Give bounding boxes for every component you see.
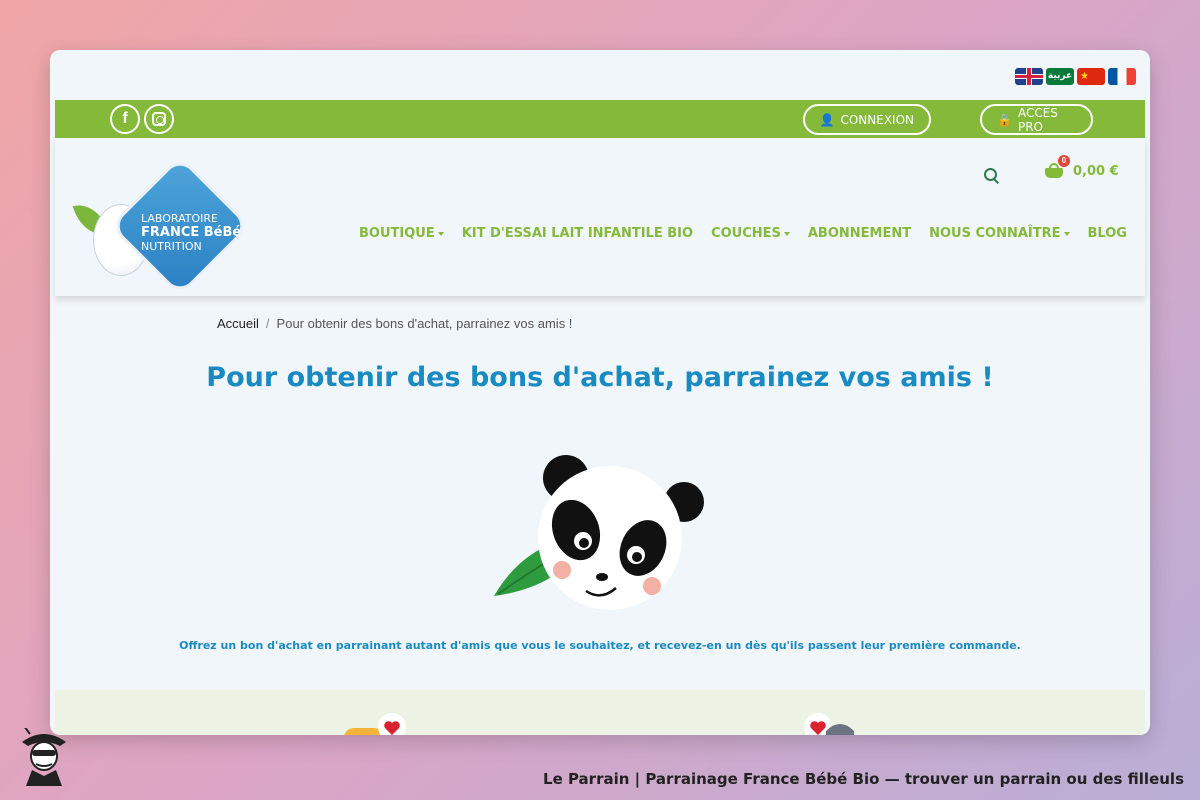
chevron-down-icon bbox=[1063, 231, 1070, 236]
nav-item-kit-essai[interactable]: KIT D'ESSAI LAIT INFANTILE BIO bbox=[462, 226, 693, 241]
nav-label: NOUS CONNAÎTRE bbox=[929, 226, 1061, 241]
intro-text: Offrez un bon d'achat en parrainant auta… bbox=[179, 639, 1021, 652]
pro-access-label: ACCÈS PRO bbox=[1017, 105, 1058, 134]
browser-window: عربية ★ f 👤 CONNEXION 🔒 ACCÈS PRO LABORA… bbox=[50, 50, 1150, 735]
site-header: LABORATOIRE FRANCE BéBé NUTRITION 0 0,00… bbox=[55, 138, 1145, 297]
search-icon[interactable] bbox=[984, 168, 1000, 184]
logo-line3: NUTRITION bbox=[141, 240, 202, 253]
site-logo[interactable]: LABORATOIRE FRANCE BéBé NUTRITION bbox=[72, 155, 265, 297]
logo-line2: FRANCE BéBé bbox=[141, 225, 242, 240]
uk-flag-icon[interactable] bbox=[1015, 68, 1043, 85]
basket-icon: 0 bbox=[1043, 155, 1070, 180]
pro-access-button[interactable]: 🔒 ACCÈS PRO bbox=[980, 104, 1093, 135]
nav-item-couches[interactable]: COUCHES bbox=[711, 226, 790, 241]
gift-heart-icon bbox=[344, 713, 406, 735]
arabic-flag-icon[interactable]: عربية bbox=[1046, 68, 1074, 85]
panda-mascot-icon bbox=[494, 455, 704, 610]
account-actions: 👤 CONNEXION 🔒 ACCÈS PRO bbox=[802, 104, 1093, 135]
cart-count-badge: 0 bbox=[1058, 155, 1070, 167]
steps-section bbox=[55, 690, 1145, 735]
nav-label: BLOG bbox=[1087, 226, 1127, 241]
social-links: f bbox=[110, 104, 174, 134]
page-title: Pour obtenir des bons d'achat, parrainez… bbox=[206, 362, 994, 393]
nav-item-nous-connaitre[interactable]: NOUS CONNAÎTRE bbox=[929, 226, 1070, 241]
chevron-down-icon bbox=[437, 231, 444, 236]
nav-item-abonnement[interactable]: ABONNEMENT bbox=[808, 226, 911, 241]
nav-label: KIT D'ESSAI LAIT INFANTILE BIO bbox=[461, 226, 694, 241]
nav-label: BOUTIQUE bbox=[359, 226, 435, 241]
parrain-mascot-icon bbox=[22, 728, 66, 786]
breadcrumb-home[interactable]: Accueil bbox=[217, 316, 259, 331]
china-flag-icon[interactable]: ★ bbox=[1077, 68, 1105, 85]
breadcrumb: Accueil / Pour obtenir des bons d'achat,… bbox=[217, 316, 572, 331]
chevron-down-icon bbox=[783, 231, 790, 236]
language-switcher: عربية ★ bbox=[1015, 68, 1136, 85]
footer-caption: Le Parrain | Parrainage France Bébé Bio … bbox=[543, 770, 1184, 788]
nav-label: COUCHES bbox=[711, 226, 781, 241]
nav-item-boutique[interactable]: BOUTIQUE bbox=[359, 226, 444, 241]
top-bar: f 👤 CONNEXION 🔒 ACCÈS PRO bbox=[55, 100, 1145, 138]
nav-label: ABONNEMENT bbox=[807, 226, 912, 241]
breadcrumb-separator: / bbox=[265, 316, 270, 331]
friend-heart-icon bbox=[804, 713, 854, 735]
france-flag-icon[interactable] bbox=[1108, 68, 1136, 85]
breadcrumb-current: Pour obtenir des bons d'achat, parrainez… bbox=[276, 316, 573, 331]
main-nav: BOUTIQUE KIT D'ESSAI LAIT INFANTILE BIO … bbox=[359, 226, 1127, 241]
facebook-icon[interactable]: f bbox=[110, 104, 140, 134]
cart-total: 0,00 € bbox=[1073, 163, 1119, 179]
nav-item-blog[interactable]: BLOG bbox=[1088, 226, 1127, 241]
logo-line1: LABORATOIRE bbox=[141, 212, 218, 225]
instagram-icon[interactable] bbox=[144, 104, 174, 134]
user-icon: 👤 bbox=[819, 112, 835, 127]
logo-text: LABORATOIRE FRANCE BéBé NUTRITION bbox=[141, 212, 241, 254]
login-button[interactable]: 👤 CONNEXION bbox=[802, 104, 931, 135]
cart-button[interactable]: 0 0,00 € bbox=[1043, 155, 1119, 180]
lock-icon: 🔒 bbox=[997, 112, 1012, 127]
login-label: CONNEXION bbox=[840, 112, 914, 127]
